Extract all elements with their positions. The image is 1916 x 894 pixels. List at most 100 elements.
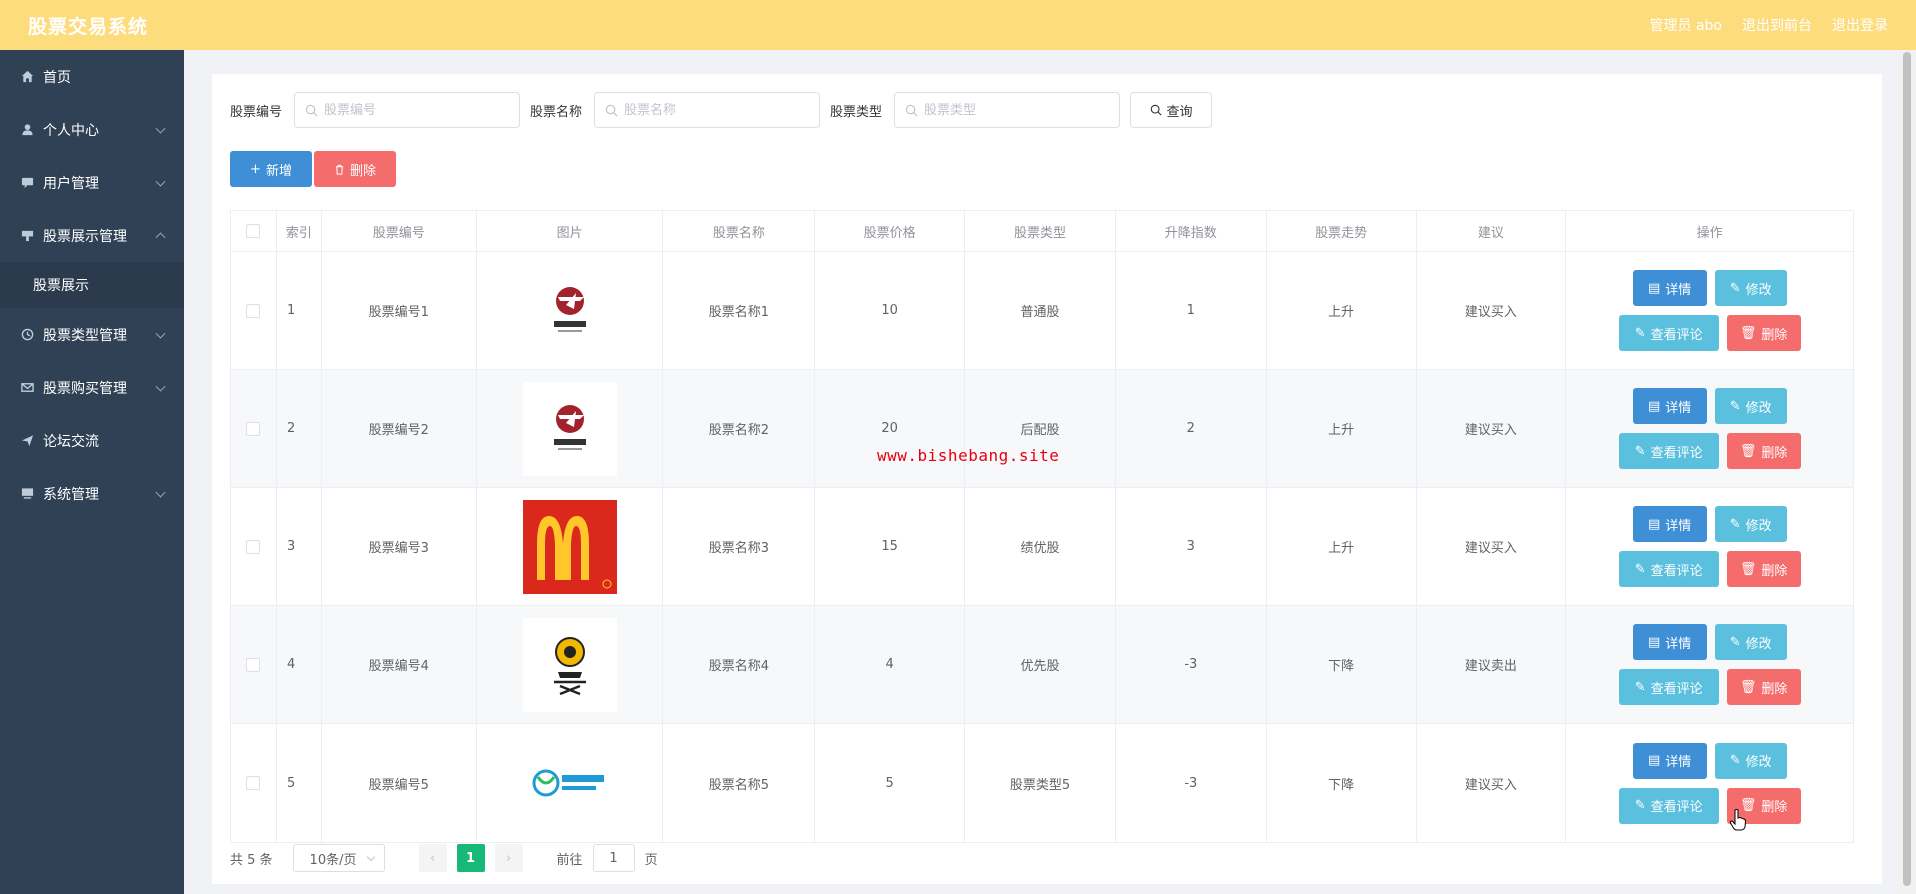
change-index-cell: -3 — [1116, 606, 1267, 723]
vertical-scrollbar[interactable] — [1898, 50, 1916, 894]
sidebar-item-system-mgmt[interactable]: 系统管理 — [0, 467, 184, 520]
pencil-icon: ✎ — [1634, 325, 1646, 341]
row-checkbox[interactable] — [246, 539, 261, 554]
view-comments-label: 查看评论 — [1650, 681, 1703, 697]
stock-price-cell: 20 — [815, 370, 966, 487]
select-all-checkbox[interactable] — [246, 224, 261, 238]
edit-button[interactable]: ✎ 修改 — [1714, 388, 1787, 424]
edit-button[interactable]: ✎ 修改 — [1714, 270, 1787, 306]
page-number-button[interactable]: 1 — [456, 844, 485, 872]
chevron-down-icon — [155, 123, 166, 134]
total-count: 共 5 条 — [230, 852, 273, 868]
trash-icon — [335, 164, 344, 175]
detail-button[interactable]: ▤ 详情 — [1632, 742, 1707, 779]
sidebar-item-profile[interactable]: 个人中心 — [0, 103, 184, 156]
pagination: 共 5 条 10条/页 ‹ 1 › 前往 页 — [230, 844, 658, 872]
stock-code-input[interactable] — [324, 102, 515, 118]
hand-cursor-icon — [1729, 808, 1747, 836]
sidebar-item-label: 系统管理 — [43, 486, 99, 503]
view-comments-button[interactable]: ✎ 查看评论 — [1618, 433, 1719, 469]
chevron-down-icon — [155, 487, 166, 498]
chevron-right-icon: › — [505, 850, 512, 866]
search-icon — [1150, 104, 1162, 116]
detail-label: 详情 — [1665, 636, 1692, 652]
detail-label: 详情 — [1665, 755, 1692, 770]
home-icon — [20, 70, 34, 84]
sidebar-item-stock-display-mgmt[interactable]: 股票展示管理 — [0, 209, 184, 262]
page-size-select[interactable]: 10条/页 — [292, 844, 385, 872]
delete-label: 删除 — [1761, 445, 1788, 461]
logout-link[interactable]: 退出登录 — [1832, 15, 1888, 35]
tengfei-logo — [522, 263, 617, 358]
detail-button[interactable]: ▤ 详情 — [1632, 388, 1707, 424]
stock-name-label: 股票名称 — [530, 104, 583, 120]
view-comments-button[interactable]: ✎ 查看评论 — [1618, 315, 1719, 351]
stock-name-input[interactable] — [624, 102, 815, 118]
edit-button[interactable]: ✎ 修改 — [1714, 506, 1787, 542]
sidebar-subitem-stock-display[interactable]: 股票展示 — [0, 262, 184, 308]
search-icon — [305, 104, 318, 116]
row-index: 1 — [277, 252, 322, 369]
stock-name-cell: 股票名称3 — [663, 488, 816, 605]
view-comments-button[interactable]: ✎ 查看评论 — [1618, 551, 1719, 587]
back-to-front-link[interactable]: 退出到前台 — [1742, 15, 1812, 35]
row-checkbox[interactable] — [246, 776, 261, 790]
pencil-icon: ✎ — [1729, 753, 1741, 768]
goto-page-input[interactable] — [592, 844, 635, 872]
watermark-text: www.bishebang.site — [877, 446, 1060, 465]
stock-type-field — [894, 92, 1121, 128]
advice-cell: 建议买入 — [1417, 370, 1567, 487]
row-select-cell — [231, 252, 277, 369]
edit-button[interactable]: ✎ 修改 — [1714, 624, 1787, 660]
stock-code-field — [294, 92, 521, 128]
sidebar-item-label: 股票类型管理 — [43, 327, 127, 344]
sidebar-item-home[interactable]: 首页 — [0, 50, 184, 103]
stock-name-field — [594, 92, 821, 128]
stock-image-cell — [477, 488, 664, 605]
row-checkbox[interactable] — [246, 303, 261, 318]
sidebar-item-label: 股票购买管理 — [43, 380, 127, 397]
table-row: 2 股票编号2 股票名称2 20 后配股 2 上升 建议买入 ▤ 详情 ✎ 修改… — [231, 370, 1853, 488]
column-header: 升降指数 — [1116, 211, 1267, 251]
delete-button[interactable]: 🗑 删除 — [1726, 433, 1801, 469]
delete-button[interactable]: 🗑 删除 — [1726, 551, 1801, 587]
detail-label: 详情 — [1665, 400, 1692, 416]
next-page-button[interactable]: › — [494, 844, 523, 872]
delete-button[interactable]: 🗑 删除 — [1726, 669, 1801, 705]
sidebar-item-stock-purchase-mgmt[interactable]: 股票购买管理 — [0, 361, 184, 414]
stock-price-cell: 5 — [815, 724, 966, 842]
view-comments-button[interactable]: ✎ 查看评论 — [1618, 787, 1719, 824]
row-checkbox[interactable] — [246, 421, 261, 436]
chevron-down-icon — [155, 381, 166, 392]
add-button[interactable]: + 新增 — [230, 151, 312, 187]
chevron-up-icon — [155, 231, 166, 242]
pencil-icon: ✎ — [1729, 280, 1741, 296]
sidebar-item-forum[interactable]: 论坛交流 — [0, 414, 184, 467]
scrollbar-thumb[interactable] — [1903, 52, 1911, 886]
current-user-label: 管理员 abo — [1649, 18, 1722, 34]
detail-button[interactable]: ▤ 详情 — [1632, 270, 1707, 306]
operations-cell: ▤ 详情 ✎ 修改 ✎ 查看评论 🗑 删除 — [1566, 724, 1853, 842]
detail-button[interactable]: ▤ 详情 — [1632, 624, 1707, 660]
operations-cell: ▤ 详情 ✎ 修改 ✎ 查看评论 🗑 删除 — [1566, 606, 1853, 723]
column-header: 股票走势 — [1267, 211, 1417, 251]
detail-button[interactable]: ▤ 详情 — [1632, 506, 1707, 542]
document-icon: ▤ — [1648, 516, 1661, 532]
sidebar-item-stock-type-mgmt[interactable]: 股票类型管理 — [0, 308, 184, 361]
query-button[interactable]: 查询 — [1130, 92, 1213, 128]
plus-icon: + — [250, 161, 261, 177]
edit-button[interactable]: ✎ 修改 — [1714, 742, 1787, 779]
send-icon — [20, 434, 34, 448]
row-checkbox[interactable] — [246, 657, 261, 672]
mcdonalds-logo — [522, 499, 617, 594]
delete-button[interactable]: 🗑 删除 — [1726, 315, 1801, 351]
prev-page-button[interactable]: ‹ — [418, 844, 447, 872]
sidebar-item-users[interactable]: 用户管理 — [0, 156, 184, 209]
view-comments-button[interactable]: ✎ 查看评论 — [1618, 669, 1719, 705]
chevron-down-icon — [366, 852, 375, 862]
stock-name-cell: 股票名称5 — [663, 724, 816, 842]
query-button-label: 查询 — [1166, 104, 1193, 120]
stock-type-input[interactable] — [924, 102, 1115, 118]
batch-delete-button[interactable]: 删除 — [314, 151, 396, 187]
row-select-cell — [231, 606, 277, 723]
